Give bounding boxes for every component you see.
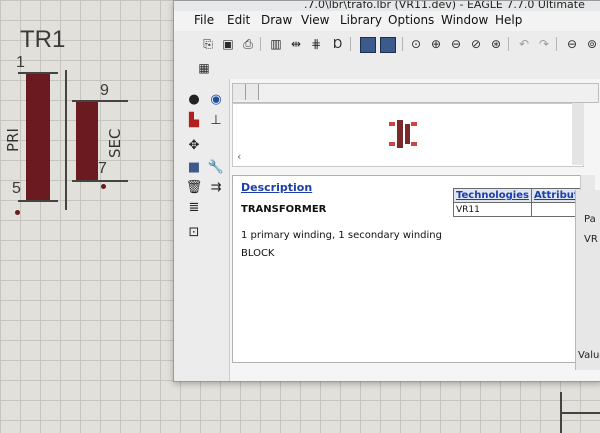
value-label: Value [578,350,600,361]
print-icon[interactable]: ⎙ [240,36,256,52]
mark-icon[interactable]: ⊥ [208,112,224,128]
symbol-icon[interactable]: ⇹ [288,36,304,52]
zoom-select-icon[interactable]: ⊛ [488,36,504,52]
eagle-window[interactable]: .7.0\lbr\trafo.lbr (VR11.dev) - EAGLE 7.… [173,0,600,382]
wrench-icon[interactable]: 🔧 [208,159,224,175]
primary-bottom-wire [18,200,58,202]
delete-icon[interactable]: 🗑 [186,179,203,195]
primary-winding [26,74,50,202]
technology-icon[interactable]: ≣ [186,199,202,215]
part-name: TR1 [20,26,66,53]
toolbar-divider [556,37,557,51]
toolbar-divider [508,37,509,51]
description-line: BLOCK [241,248,275,259]
menu-edit[interactable]: Edit [227,13,250,27]
pin-1-label: 1 [16,54,25,71]
window-title: .7.0\lbr\trafo.lbr (VR11.dev) - EAGLE 7.… [304,1,585,11]
attribute-icon[interactable]: ⊡ [186,224,202,240]
zoom-redraw-icon[interactable]: ⊘ [468,36,484,52]
pin-5-label: 5 [12,180,21,197]
device-icon[interactable]: Ɒ [330,36,346,52]
device-editor: ‹ Description TRANSFORMER 1 primary wind… [230,79,600,381]
package-icon[interactable]: ⋕ [308,36,324,52]
zoom-fit-icon[interactable]: ⊙ [408,36,424,52]
redo-icon[interactable]: ↷ [536,36,552,52]
menu-library[interactable]: Library [340,13,382,27]
description-link[interactable]: Description [241,181,312,194]
package-preview[interactable]: ‹ [232,103,584,167]
package-tab[interactable] [233,84,246,100]
open-icon[interactable]: ⎘ [200,36,216,52]
move-icon[interactable]: ✥ [186,137,202,153]
menu-window[interactable]: Window [441,13,488,27]
grid-icon[interactable]: ▦ [196,60,212,76]
connect-icon[interactable]: ⇉ [208,179,224,195]
technologies-header[interactable]: Technologies [453,188,532,203]
menu-draw[interactable]: Draw [261,13,292,27]
menu-file[interactable]: File [194,13,214,27]
preview-scrollbar[interactable] [572,103,584,165]
frame-icon[interactable]: ■ [186,159,202,175]
secondary-polarity-dot [101,184,106,189]
command-panel: ● ◉ ▙ ⊥ ✥ ■ 🔧 🗑 ⇉ ≣ ⊡ [174,79,230,381]
menu-help[interactable]: Help [495,13,522,27]
pin-9-label: 9 [100,82,109,99]
show-icon[interactable]: ◉ [208,91,224,107]
book-icon[interactable]: ▥ [268,36,284,52]
layer-icon[interactable] [360,37,376,53]
secondary-winding [76,102,98,180]
go-icon[interactable]: ⊚ [584,36,600,52]
toolbar-divider [350,37,351,51]
save-icon[interactable]: ▣ [220,36,236,52]
secondary-toolbar: ▦ [174,57,600,80]
schematic-wire [560,412,600,414]
layer-icon[interactable] [380,37,396,53]
technology-cell: VR11 [453,202,532,217]
device-heading: TRANSFORMER [241,204,327,215]
table-row[interactable]: VR11 [453,202,595,217]
side-item[interactable]: Pa [584,214,596,225]
description-panel: Description TRANSFORMER 1 primary windin… [232,175,595,363]
side-panel: Pa VR Value [575,190,600,370]
secondary-label: SEC [106,128,124,158]
menu-options[interactable]: Options [388,13,434,27]
secondary-bottom-wire [72,180,128,182]
menu-bar: File Edit Draw View Library Options Wind… [174,11,600,31]
primary-polarity-dot [15,210,20,215]
info-icon[interactable]: ● [186,91,202,107]
zoom-out-icon[interactable]: ⊖ [448,36,464,52]
pin-7-label: 7 [98,160,107,177]
package-footprint-icon [389,120,417,148]
toolbar-divider [402,37,403,51]
undo-icon[interactable]: ↶ [516,36,532,52]
stop-icon[interactable]: ⊖ [564,36,580,52]
toolbar-divider [260,37,261,51]
package-tabs [232,83,599,103]
description-line: 1 primary winding, 1 secondary winding [241,230,442,241]
technology-table: Technologies Attributes VR11 [453,188,595,217]
zoom-in-icon[interactable]: ⊕ [428,36,444,52]
package-tab[interactable] [246,84,259,100]
primary-label: PRI [4,128,22,152]
menu-view[interactable]: View [301,13,329,27]
scroll-left-icon[interactable]: ‹ [237,150,241,163]
main-toolbar: ⎘ ▣ ⎙ ▥ ⇹ ⋕ Ɒ ⊙ ⊕ ⊖ ⊘ ⊛ ↶ ↷ ⊖ ⊚ [174,31,600,58]
display-icon[interactable]: ▙ [186,112,202,128]
side-item[interactable]: VR [584,234,598,245]
core-line [65,70,67,210]
